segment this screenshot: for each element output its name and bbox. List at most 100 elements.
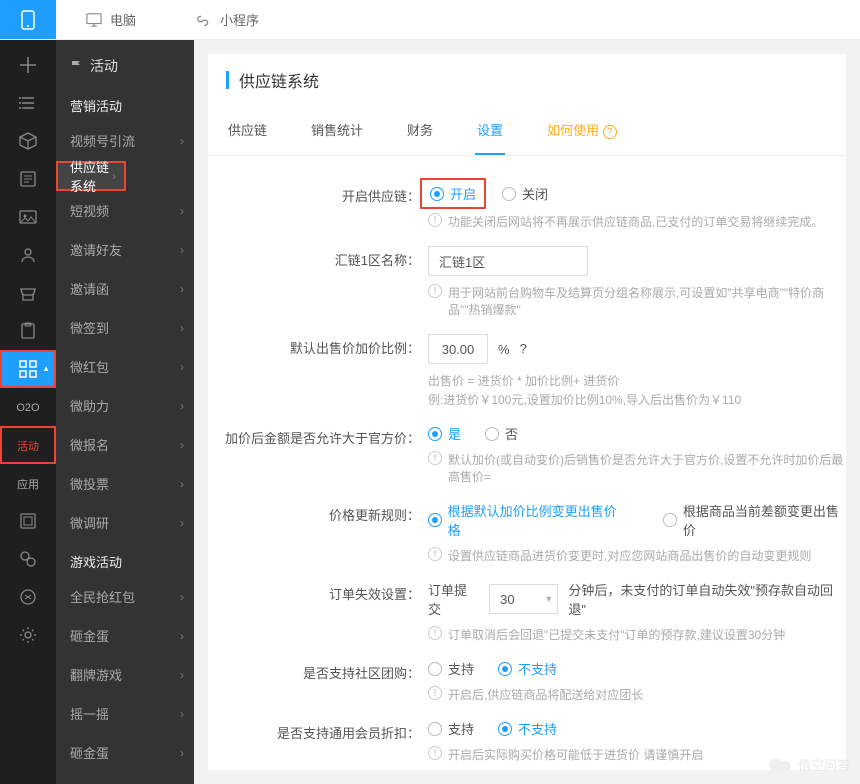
- sidebar-item[interactable]: 砸金蛋›: [56, 733, 194, 772]
- sidebar-item-supply-chain[interactable]: 供应链系统›: [56, 161, 126, 191]
- chevron-right-icon: ›: [180, 590, 184, 604]
- sidebar-item[interactable]: 微投票›: [56, 464, 194, 503]
- rail-item[interactable]: [0, 84, 56, 122]
- chevron-right-icon: ›: [180, 134, 184, 148]
- rail-item[interactable]: [0, 122, 56, 160]
- radio-allow-yes[interactable]: 是: [428, 424, 461, 443]
- question-icon[interactable]: ?: [520, 341, 536, 357]
- sidebar-item[interactable]: 水果机›: [56, 772, 194, 784]
- sidebar-group: 营销活动: [56, 86, 194, 121]
- sidebar-item[interactable]: 摇一摇›: [56, 694, 194, 733]
- radio-rule-b[interactable]: 根据商品当前差额变更出售价: [663, 501, 846, 539]
- rail-item[interactable]: [0, 312, 56, 350]
- tabs: 供应链 销售统计 财务 设置 如何使用 ?: [208, 106, 846, 156]
- label: 价格更新规则：: [208, 501, 428, 524]
- label: 订单失效设置：: [208, 580, 428, 603]
- help-text: !订单取消后会回退"已提交未支付"订单的预存款,建议设置30分钟: [428, 626, 846, 643]
- rail-item[interactable]: [0, 274, 56, 312]
- icon-rail: ▲ O2O 活动 应用: [0, 40, 56, 784]
- chevron-right-icon: ›: [180, 668, 184, 682]
- sidebar-group: 游戏活动: [56, 542, 194, 577]
- rail-item-settings[interactable]: [0, 616, 56, 654]
- sidebar-item[interactable]: 视频号引流›: [56, 121, 194, 160]
- sidebar-item[interactable]: 邀请函›: [56, 269, 194, 308]
- sidebar-item[interactable]: 邀请好友›: [56, 230, 194, 269]
- rail-item[interactable]: [0, 46, 56, 84]
- rail-item[interactable]: [0, 502, 56, 540]
- rail-item[interactable]: [0, 198, 56, 236]
- help-text: !设置供应链商品进货价变更时,对应您网站商品出售价的自动变更规则: [428, 547, 846, 564]
- main-content: 供应链系统 供应链 销售统计 财务 设置 如何使用 ? 开启供应链： 开启 关闭: [194, 40, 860, 784]
- page-header: 供应链系统: [208, 54, 846, 106]
- tab-finance[interactable]: 财务: [405, 106, 435, 155]
- chevron-right-icon: ›: [180, 629, 184, 643]
- timeout-select[interactable]: 30▾: [489, 584, 558, 614]
- tab-help[interactable]: 如何使用 ?: [545, 106, 619, 155]
- tab-stats[interactable]: 销售统计: [309, 106, 365, 155]
- sidebar-item[interactable]: 微助力›: [56, 386, 194, 425]
- radio-group-yes[interactable]: 支持: [428, 659, 474, 678]
- radio-dot-icon: [663, 513, 677, 527]
- accent-bar: [226, 71, 229, 89]
- tab-supply[interactable]: 供应链: [226, 106, 269, 155]
- help-text: 出售价 = 进货价 * 加价比例+ 进货价 例:进货价￥100元,设置加价比例1…: [428, 372, 846, 408]
- chevron-right-icon: ›: [180, 707, 184, 721]
- info-icon: !: [428, 746, 442, 760]
- markup-input[interactable]: [428, 334, 488, 364]
- sidebar-item[interactable]: 全民抢红包›: [56, 577, 194, 616]
- sidebar-item[interactable]: 翻牌游戏›: [56, 655, 194, 694]
- top-tab-pc[interactable]: 电脑: [56, 0, 166, 39]
- highlight-box: 开启: [420, 178, 486, 209]
- rail-item-activity[interactable]: 活动: [0, 426, 56, 464]
- top-tab-mini[interactable]: 小程序: [166, 0, 289, 39]
- chevron-right-icon: ›: [180, 438, 184, 452]
- chevron-right-icon: ›: [180, 746, 184, 760]
- sidebar: 活动 营销活动 视频号引流› 供应链系统› 短视频› 邀请好友› 邀请函› 微签…: [56, 40, 194, 784]
- sidebar-item[interactable]: 微签到›: [56, 308, 194, 347]
- sidebar-item[interactable]: 微报名›: [56, 425, 194, 464]
- label: 默认出售价加价比例：: [208, 334, 428, 357]
- radio-dot-icon: [428, 513, 442, 527]
- sidebar-item[interactable]: 短视频›: [56, 191, 194, 230]
- chevron-right-icon: ›: [180, 321, 184, 335]
- rail-item[interactable]: [0, 540, 56, 578]
- logo-icon: [768, 756, 792, 774]
- radio-discount-no[interactable]: 不支持: [498, 719, 557, 738]
- rail-item-o2o[interactable]: O2O: [0, 388, 56, 426]
- help-text: !功能关闭后网站将不再展示供应链商品,已支付的订单交易将继续完成。: [428, 213, 846, 230]
- chevron-right-icon: ›: [180, 243, 184, 257]
- text: 订单提交: [428, 580, 479, 618]
- rail-item[interactable]: [0, 578, 56, 616]
- top-tab-mobile[interactable]: [0, 0, 56, 39]
- radio-rule-a[interactable]: 根据默认加价比例变更出售价格: [428, 501, 623, 539]
- miniprogram-icon: [196, 12, 212, 28]
- top-tab-mini-label: 小程序: [220, 10, 259, 29]
- top-tabs: 电脑 小程序: [0, 0, 860, 40]
- radio-enable-off[interactable]: 关闭: [502, 184, 548, 203]
- chevron-right-icon: ›: [112, 169, 116, 183]
- radio-dot-icon: [502, 187, 516, 201]
- sidebar-item[interactable]: 微红包›: [56, 347, 194, 386]
- chevron-down-icon: ▾: [546, 594, 551, 605]
- rail-item-app[interactable]: 应用: [0, 464, 56, 502]
- rail-item-grid[interactable]: ▲: [0, 350, 56, 388]
- page-title: 供应链系统: [239, 68, 319, 92]
- radio-group-no[interactable]: 不支持: [498, 659, 557, 678]
- info-icon: !: [428, 213, 442, 227]
- radio-discount-yes[interactable]: 支持: [428, 719, 474, 738]
- info-icon: !: [428, 547, 442, 561]
- monitor-icon: [86, 12, 102, 28]
- radio-dot-icon: [428, 662, 442, 676]
- radio-dot-icon: [428, 427, 442, 441]
- info-icon: !: [428, 284, 442, 298]
- radio-enable-on[interactable]: 开启: [430, 184, 476, 203]
- settings-form: 开启供应链： 开启 关闭 !功能关闭后网站将不再展示供应链商品,已支付的订单交易…: [208, 156, 846, 770]
- zone-name-input[interactable]: [428, 246, 588, 276]
- rail-item[interactable]: [0, 236, 56, 274]
- sidebar-item[interactable]: 微调研›: [56, 503, 194, 542]
- help-text: !用于网站前台购物车及结算页分组名称展示,可设置如"共享电商""特价商品""热销…: [428, 284, 846, 318]
- rail-item[interactable]: [0, 160, 56, 198]
- tab-settings[interactable]: 设置: [475, 106, 505, 155]
- radio-allow-no[interactable]: 否: [485, 424, 518, 443]
- sidebar-item[interactable]: 砸金蛋›: [56, 616, 194, 655]
